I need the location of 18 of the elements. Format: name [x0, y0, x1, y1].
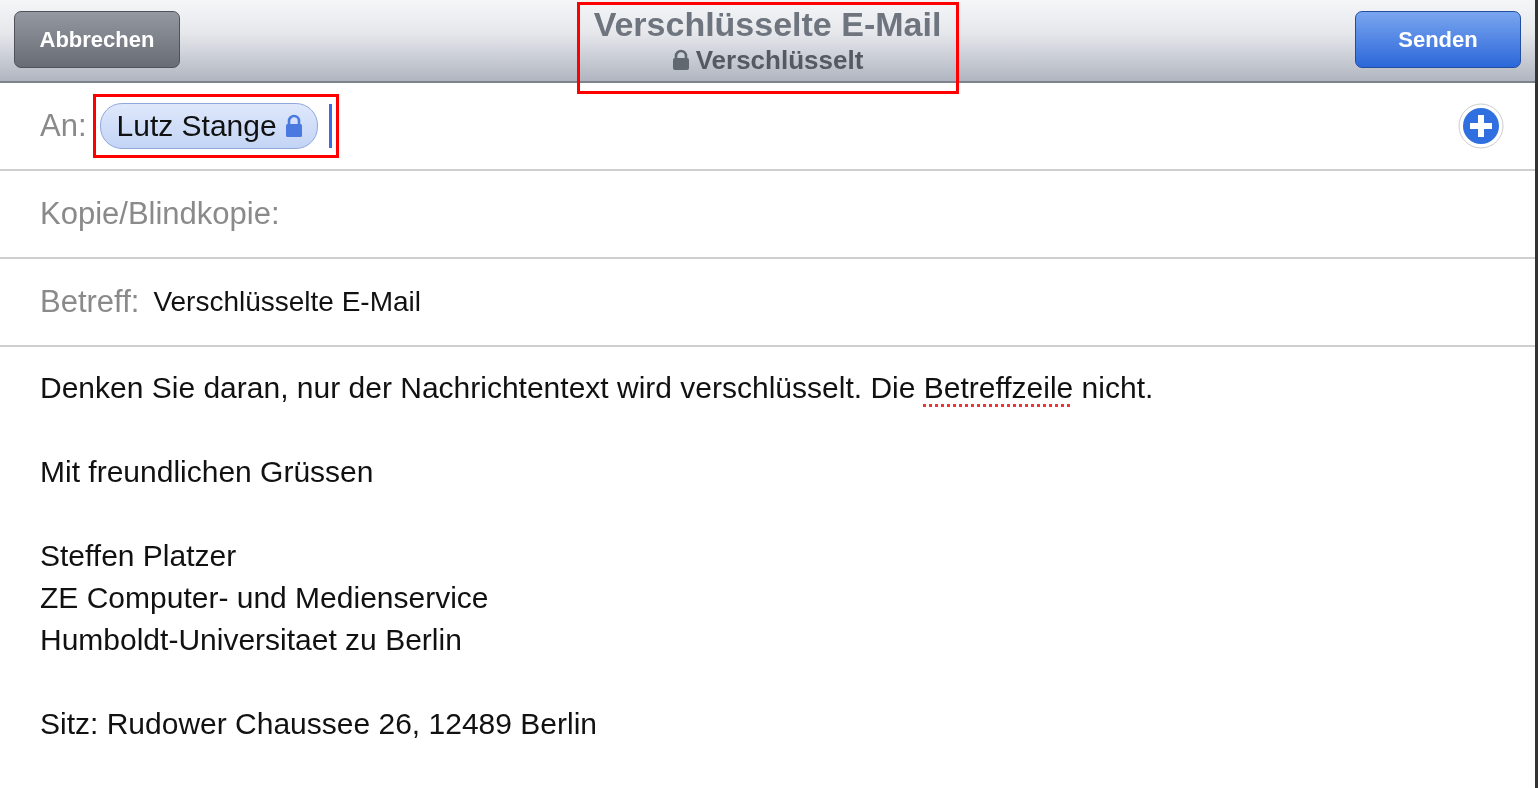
cancel-button[interactable]: Abbrechen [14, 11, 180, 68]
add-contact-button[interactable] [1457, 102, 1505, 150]
message-text-line: Sitz: Rudower Chaussee 26, 12489 Berlin [40, 706, 598, 742]
window-title: Verschlüsselte E-Mail [593, 5, 942, 43]
subject-field[interactable]: Verschlüsselte E-Mail [153, 286, 422, 318]
message-text-line: Mit freundlichen Grüssen [40, 454, 375, 490]
subject-label: Betreff: [40, 284, 140, 320]
recipient-chip[interactable]: Lutz Stange [99, 103, 318, 149]
cc-bcc-label: Kopie/Blindkopie: [40, 196, 280, 232]
message-text-line: Humboldt-Universitaet zu Berlin [40, 622, 463, 658]
encryption-status: Verschlüsselt [695, 44, 864, 77]
lock-icon [671, 49, 690, 71]
message-text-line: ZE Computer- und Medienservice [40, 580, 490, 616]
message-text-line: Steffen Platzer [40, 538, 238, 574]
send-button[interactable]: Senden [1355, 11, 1521, 68]
to-label: An: [40, 108, 87, 144]
message-text-line: Denken Sie daran, nur der Nachrichtentext wird verschlüsselt. Die Betreffzeile nicht. [40, 370, 1155, 406]
recipient-name: Lutz Stange [116, 109, 277, 143]
